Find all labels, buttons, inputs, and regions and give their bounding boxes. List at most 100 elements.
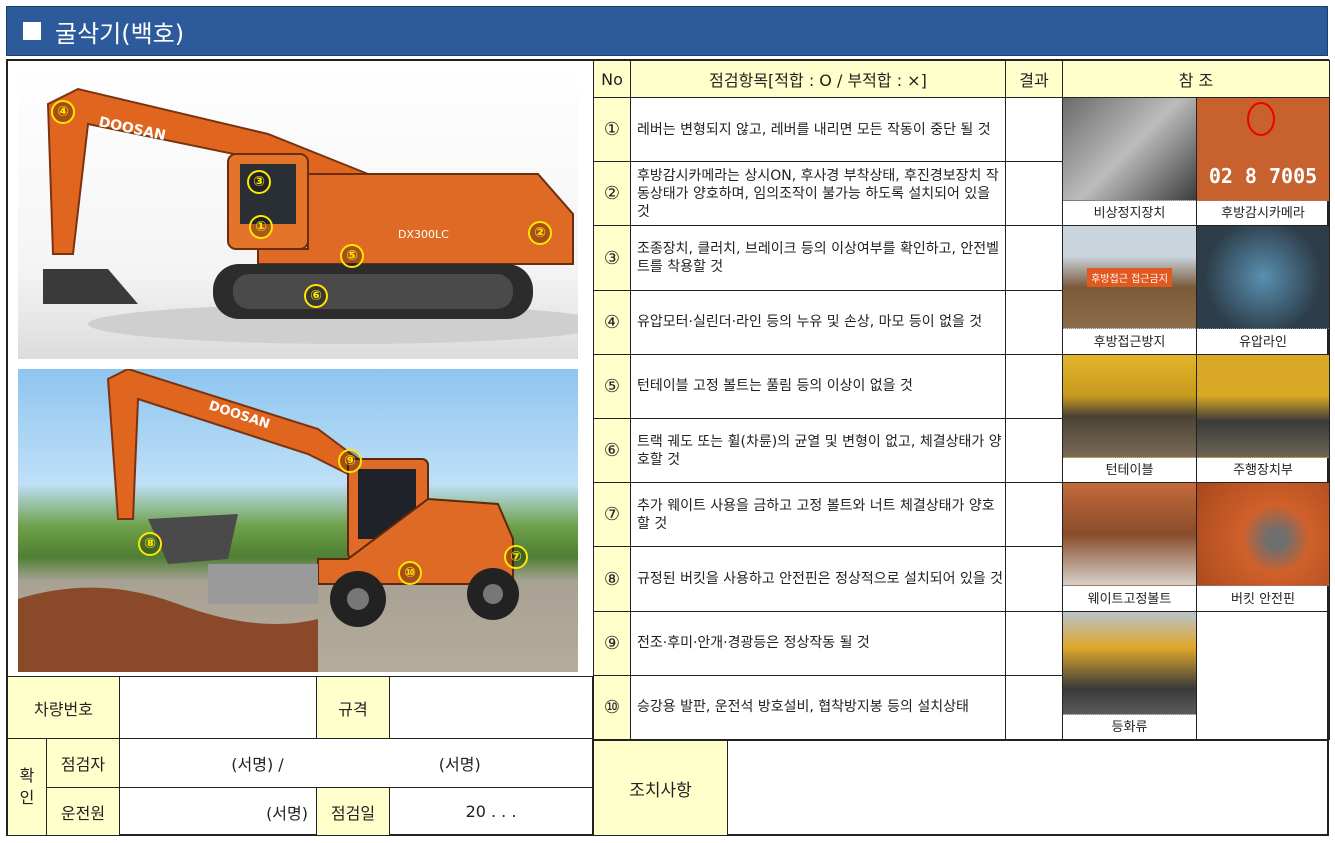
row-item: 전조·후미·안개·경광등은 정상작동 될 것 (630, 610, 1006, 676)
driver-sign-field[interactable]: (서명) (119, 787, 317, 836)
ref-cell: 주행장치부 (1196, 353, 1330, 484)
row-no: ⑨ (593, 610, 631, 676)
model-label: DX300LC (398, 228, 449, 241)
driver-label: 운전원 (46, 787, 120, 836)
ref-cell: 후방접근 접근금지 후방접근방지 (1062, 225, 1197, 355)
ref-cell: 02 8 7005 후방감시카메라 (1196, 97, 1330, 227)
row-no: ⑩ (593, 674, 631, 741)
excavator-photo-bottom: DOOSAN ⑨ ⑧ ⑦ ⑩ (18, 369, 578, 672)
row-item: 유압모터·실린더·라인 등의 누유 및 손상, 마모 등이 없을 것 (630, 289, 1006, 355)
ref-caption: 등화류 (1111, 720, 1148, 735)
driver-sign: (서명) (266, 803, 308, 823)
camera-highlight-circle (1247, 102, 1275, 137)
row-item: 조종장치, 클러치, 브레이크 등의 이상여부를 확인하고, 안전벨트를 착용할… (630, 225, 1006, 291)
row-no: ⑧ (593, 546, 631, 612)
marker-2: ② (528, 221, 552, 245)
tracked-excavator-illustration: DOOSAN DX300LC (43, 87, 578, 344)
page-title-bar: 굴삭기(백호) (6, 6, 1328, 56)
ref-caption: 버킷 안전핀 (1231, 591, 1295, 607)
col-no-header: No (593, 59, 631, 99)
ref-cell: 버킷 안전핀 (1196, 482, 1330, 612)
row-item: 추가 웨이트 사용을 금하고 고정 볼트와 너트 체결상태가 양호할 것 (630, 482, 1006, 548)
row-result[interactable] (1005, 97, 1063, 163)
ref-photo-turntable (1063, 354, 1196, 458)
spec-label: 규격 (316, 676, 390, 739)
vehicle-no-field[interactable] (119, 676, 317, 739)
row-item: 승강용 발판, 운전석 방호설비, 협착방지봉 등의 설치상태 (630, 674, 1006, 741)
row-item: 턴테이블 고정 볼트는 풀림 등의 이상이 없을 것 (630, 353, 1006, 420)
row-result[interactable] (1005, 161, 1063, 227)
row-item: 후방감시카메라는 상시ON, 후사경 부착상태, 후진경보장치 작동상태가 양호… (630, 161, 1006, 227)
row-result[interactable] (1005, 482, 1063, 548)
ref-caption: 후방접근방지 (1093, 334, 1166, 350)
ref-caption: 턴테이블 (1105, 463, 1154, 479)
row-result[interactable] (1005, 610, 1063, 676)
spec-field[interactable] (389, 676, 593, 739)
row-result[interactable] (1005, 225, 1063, 291)
row-result[interactable] (1005, 546, 1063, 612)
row-no: ① (593, 97, 631, 163)
row-item: 트랙 궤도 또는 휠(차륜)의 균열 및 변형이 없고, 체결상태가 양호할 것 (630, 418, 1006, 484)
ref-cell-empty (1196, 610, 1330, 741)
marker-7: ⑦ (504, 545, 528, 569)
row-result[interactable] (1005, 674, 1063, 741)
wheeled-excavator-illustration: DOOSAN (18, 369, 519, 672)
row-result[interactable] (1005, 289, 1063, 355)
col-result-header: 결과 (1005, 59, 1063, 99)
row-no: ⑦ (593, 482, 631, 548)
marker-4: ④ (51, 100, 75, 124)
excavator-photo-top: DOOSAN DX300LC ④ ③ ① ② ⑤ ⑥ (18, 64, 578, 359)
inspector-sign-1: (서명) / (231, 755, 284, 774)
ref-cell: 유압라인 (1196, 225, 1330, 355)
ref-caption: 비상정지장치 (1093, 206, 1166, 222)
inspector-sign-field[interactable]: (서명) / (서명) (119, 738, 593, 788)
ref-caption: 후방감시카메라 (1221, 206, 1305, 222)
marker-8: ⑧ (138, 532, 162, 556)
inspection-checklist: No 점검항목[적합 : O / 부적합 : ×] 결과 참 조 ① 레버는 변… (593, 59, 1330, 741)
col-item-header: 점검항목[적합 : O / 부적합 : ×] (630, 59, 1006, 99)
ref-photo-rear-guard: 후방접근 접근금지 (1063, 226, 1196, 330)
page-title: 굴삭기(백호) (55, 19, 185, 48)
inspector-label: 점검자 (46, 738, 120, 788)
ref-photo-bucket-pin (1197, 483, 1329, 587)
marker-3: ③ (247, 170, 271, 194)
action-label: 조치사항 (593, 740, 728, 836)
marker-1: ① (249, 215, 273, 239)
confirm-label: 확 인 (7, 738, 47, 836)
ref-cell: 턴테이블 (1062, 353, 1197, 484)
ref-cell: 웨이트고정볼트 (1062, 482, 1197, 612)
warning-sign: 후방접근 접근금지 (1087, 267, 1172, 287)
row-item: 레버는 변형되지 않고, 레버를 내리면 모든 작동이 중단 될 것 (630, 97, 1006, 163)
ref-caption: 웨이트고정볼트 (1087, 591, 1172, 607)
ref-cell: 등화류 (1062, 610, 1197, 741)
ref-caption: 주행장치부 (1233, 463, 1293, 479)
marker-10: ⑩ (398, 561, 422, 585)
row-result[interactable] (1005, 418, 1063, 484)
row-no: ③ (593, 225, 631, 291)
ref-cell: 비상정지장치 (1062, 97, 1197, 227)
col-ref-header: 참 조 (1062, 59, 1330, 99)
ref-caption (1197, 717, 1329, 739)
row-no: ⑤ (593, 353, 631, 420)
row-result[interactable] (1005, 353, 1063, 420)
marker-6: ⑥ (304, 284, 328, 308)
inspector-sign-2: (서명) (438, 755, 481, 774)
ref-photo-emergency-stop (1063, 98, 1196, 202)
action-field[interactable] (727, 740, 1329, 836)
row-no: ⑥ (593, 418, 631, 484)
marker-5: ⑤ (340, 244, 364, 268)
date-label: 점검일 (316, 787, 390, 836)
ref-photo-hydraulic-line (1197, 226, 1329, 330)
ref-photo-weight-bolt (1063, 483, 1196, 587)
vehicle-no-label: 차량번호 (7, 676, 120, 739)
marker-9: ⑨ (338, 449, 362, 473)
ref-photo-lights (1063, 611, 1196, 715)
square-bullet-icon (23, 22, 41, 40)
ref-caption: 유압라인 (1239, 334, 1287, 350)
row-item: 규정된 버킷을 사용하고 안전핀은 정상적으로 설치되어 있을 것 (630, 546, 1006, 612)
action-table: 조치사항 (593, 740, 1329, 836)
ref-photo-undercarriage (1197, 354, 1329, 458)
plate-number: 02 8 7005 (1208, 164, 1318, 189)
row-no: ④ (593, 289, 631, 355)
date-field[interactable]: 20 . . . (389, 787, 593, 836)
